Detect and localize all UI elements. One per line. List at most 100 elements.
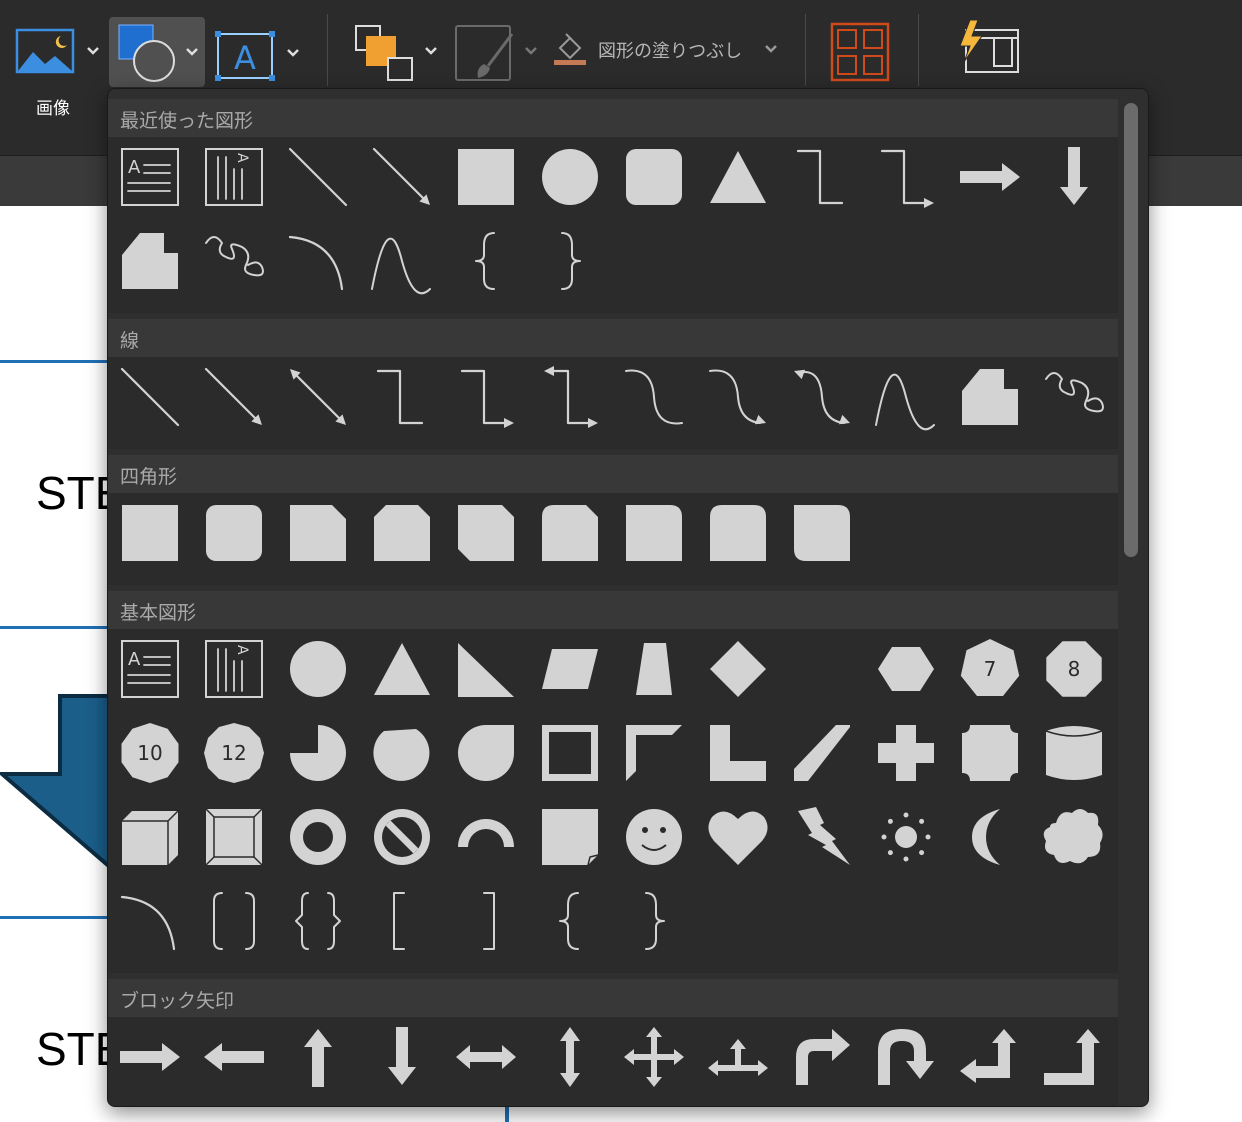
line-arrow-icon[interactable] — [364, 141, 440, 213]
chevron-arrow-shape[interactable] — [0, 694, 120, 894]
chord-icon[interactable] — [364, 717, 440, 789]
heptagon-icon[interactable]: 7 — [952, 633, 1028, 705]
line-icon[interactable] — [280, 141, 356, 213]
curved-double-arrow-connector-icon[interactable] — [784, 361, 860, 433]
chevron-down-icon[interactable] — [764, 44, 778, 54]
bevel-icon[interactable] — [196, 801, 272, 873]
arc-icon[interactable] — [112, 885, 188, 957]
up-arrow-icon[interactable] — [280, 1021, 356, 1093]
plaque-icon[interactable] — [952, 717, 1028, 789]
parallelogram-icon[interactable] — [532, 633, 608, 705]
block-arc-icon[interactable] — [448, 801, 524, 873]
double-bracket-icon[interactable] — [196, 885, 272, 957]
hexagon-icon[interactable] — [868, 633, 944, 705]
u-turn-arrow-icon[interactable] — [868, 1021, 944, 1093]
line-icon[interactable] — [112, 361, 188, 433]
scribble-icon[interactable] — [196, 225, 272, 297]
decagon-icon[interactable]: 10 — [112, 717, 188, 789]
diagonal-stripe-icon[interactable] — [784, 717, 860, 789]
diamond-icon[interactable] — [700, 633, 776, 705]
freeform-icon[interactable] — [952, 361, 1028, 433]
folded-corner-icon[interactable] — [532, 801, 608, 873]
round-diagonal-icon[interactable] — [784, 497, 860, 569]
right-arrow-icon[interactable] — [952, 141, 1028, 213]
sun-icon[interactable] — [868, 801, 944, 873]
frame-icon[interactable] — [532, 717, 608, 789]
round-snip-icon[interactable] — [532, 497, 608, 569]
rectangle-icon[interactable] — [448, 141, 524, 213]
curved-connector-icon[interactable] — [616, 361, 692, 433]
elbow-arrow-connector-icon[interactable] — [868, 141, 944, 213]
left-right-up-arrow-icon[interactable] — [700, 1021, 776, 1093]
chevron-down-icon[interactable] — [424, 46, 438, 56]
bent-up-arrow-icon[interactable] — [1036, 1021, 1112, 1093]
double-brace-icon[interactable] — [280, 885, 356, 957]
can-icon[interactable] — [1036, 717, 1112, 789]
line-double-arrow-icon[interactable] — [280, 361, 356, 433]
chevron-down-icon[interactable] — [286, 48, 300, 58]
quick-styles-button[interactable] — [452, 20, 544, 86]
line-arrow-icon[interactable] — [196, 361, 272, 433]
vertical-text-box-icon[interactable]: A — [196, 633, 272, 705]
elbow-connector-icon[interactable] — [364, 361, 440, 433]
snip-corner-rectangle-icon[interactable] — [112, 225, 188, 297]
l-shape-icon[interactable] — [700, 717, 776, 789]
scrollbar-thumb[interactable] — [1124, 103, 1138, 557]
dodecagon-icon[interactable]: 12 — [196, 717, 272, 789]
lightning-bolt-icon[interactable] — [784, 801, 860, 873]
elbow-double-arrow-connector-icon[interactable] — [532, 361, 608, 433]
elbow-arrow-connector-icon[interactable] — [448, 361, 524, 433]
chevron-down-icon[interactable] — [524, 46, 538, 56]
snip-diagonal-icon[interactable] — [448, 497, 524, 569]
down-arrow-icon[interactable] — [1036, 141, 1112, 213]
snip-same-side-icon[interactable] — [364, 497, 440, 569]
octagon-icon[interactable]: 8 — [1036, 633, 1112, 705]
rounded-rectangle-icon[interactable] — [196, 497, 272, 569]
round-single-corner-icon[interactable] — [616, 497, 692, 569]
half-frame-icon[interactable] — [616, 717, 692, 789]
right-bracket-icon[interactable] — [448, 885, 524, 957]
left-brace-icon[interactable] — [448, 225, 524, 297]
vertical-text-box-icon[interactable]: A — [196, 141, 272, 213]
left-brace-icon[interactable] — [532, 885, 608, 957]
elbow-connector-icon[interactable] — [784, 141, 860, 213]
trapezoid-icon[interactable] — [616, 633, 692, 705]
pie-icon[interactable] — [280, 717, 356, 789]
shapes-button[interactable] — [109, 17, 205, 87]
arrange-button[interactable] — [350, 20, 444, 86]
quad-arrow-icon[interactable] — [616, 1021, 692, 1093]
curved-arrow-connector-icon[interactable] — [700, 361, 776, 433]
arc-icon[interactable] — [280, 225, 356, 297]
text-box-button[interactable]: A — [212, 20, 304, 90]
up-down-arrow-icon[interactable] — [532, 1021, 608, 1093]
design-ideas-button[interactable] — [954, 18, 1024, 82]
text-box-icon[interactable]: A — [112, 141, 188, 213]
right-brace-icon[interactable] — [616, 885, 692, 957]
text-box-icon[interactable]: A — [112, 633, 188, 705]
right-arrow-icon[interactable] — [112, 1021, 188, 1093]
left-up-arrow-icon[interactable] — [952, 1021, 1028, 1093]
chevron-down-icon[interactable] — [86, 46, 100, 56]
oval-icon[interactable] — [532, 141, 608, 213]
no-symbol-icon[interactable] — [364, 801, 440, 873]
scribble-icon[interactable] — [1036, 361, 1112, 433]
down-arrow-icon[interactable] — [364, 1021, 440, 1093]
round-same-side-icon[interactable] — [700, 497, 776, 569]
right-triangle-icon[interactable] — [448, 633, 524, 705]
isosceles-triangle-icon[interactable] — [364, 633, 440, 705]
moon-icon[interactable] — [952, 801, 1028, 873]
triangle-icon[interactable] — [700, 141, 776, 213]
curve-icon[interactable] — [868, 361, 944, 433]
right-brace-icon[interactable] — [532, 225, 608, 297]
bent-arrow-icon[interactable] — [784, 1021, 860, 1093]
chevron-down-icon[interactable] — [185, 47, 199, 57]
left-right-arrow-icon[interactable] — [448, 1021, 524, 1093]
freeform-curve-icon[interactable] — [364, 225, 440, 297]
teardrop-icon[interactable] — [448, 717, 524, 789]
smiley-face-icon[interactable] — [616, 801, 692, 873]
snip-single-corner-icon[interactable] — [280, 497, 356, 569]
cloud-icon[interactable] — [1036, 801, 1112, 873]
left-bracket-icon[interactable] — [364, 885, 440, 957]
oval-icon[interactable] — [280, 633, 356, 705]
layout-grid-button[interactable] — [828, 20, 894, 82]
